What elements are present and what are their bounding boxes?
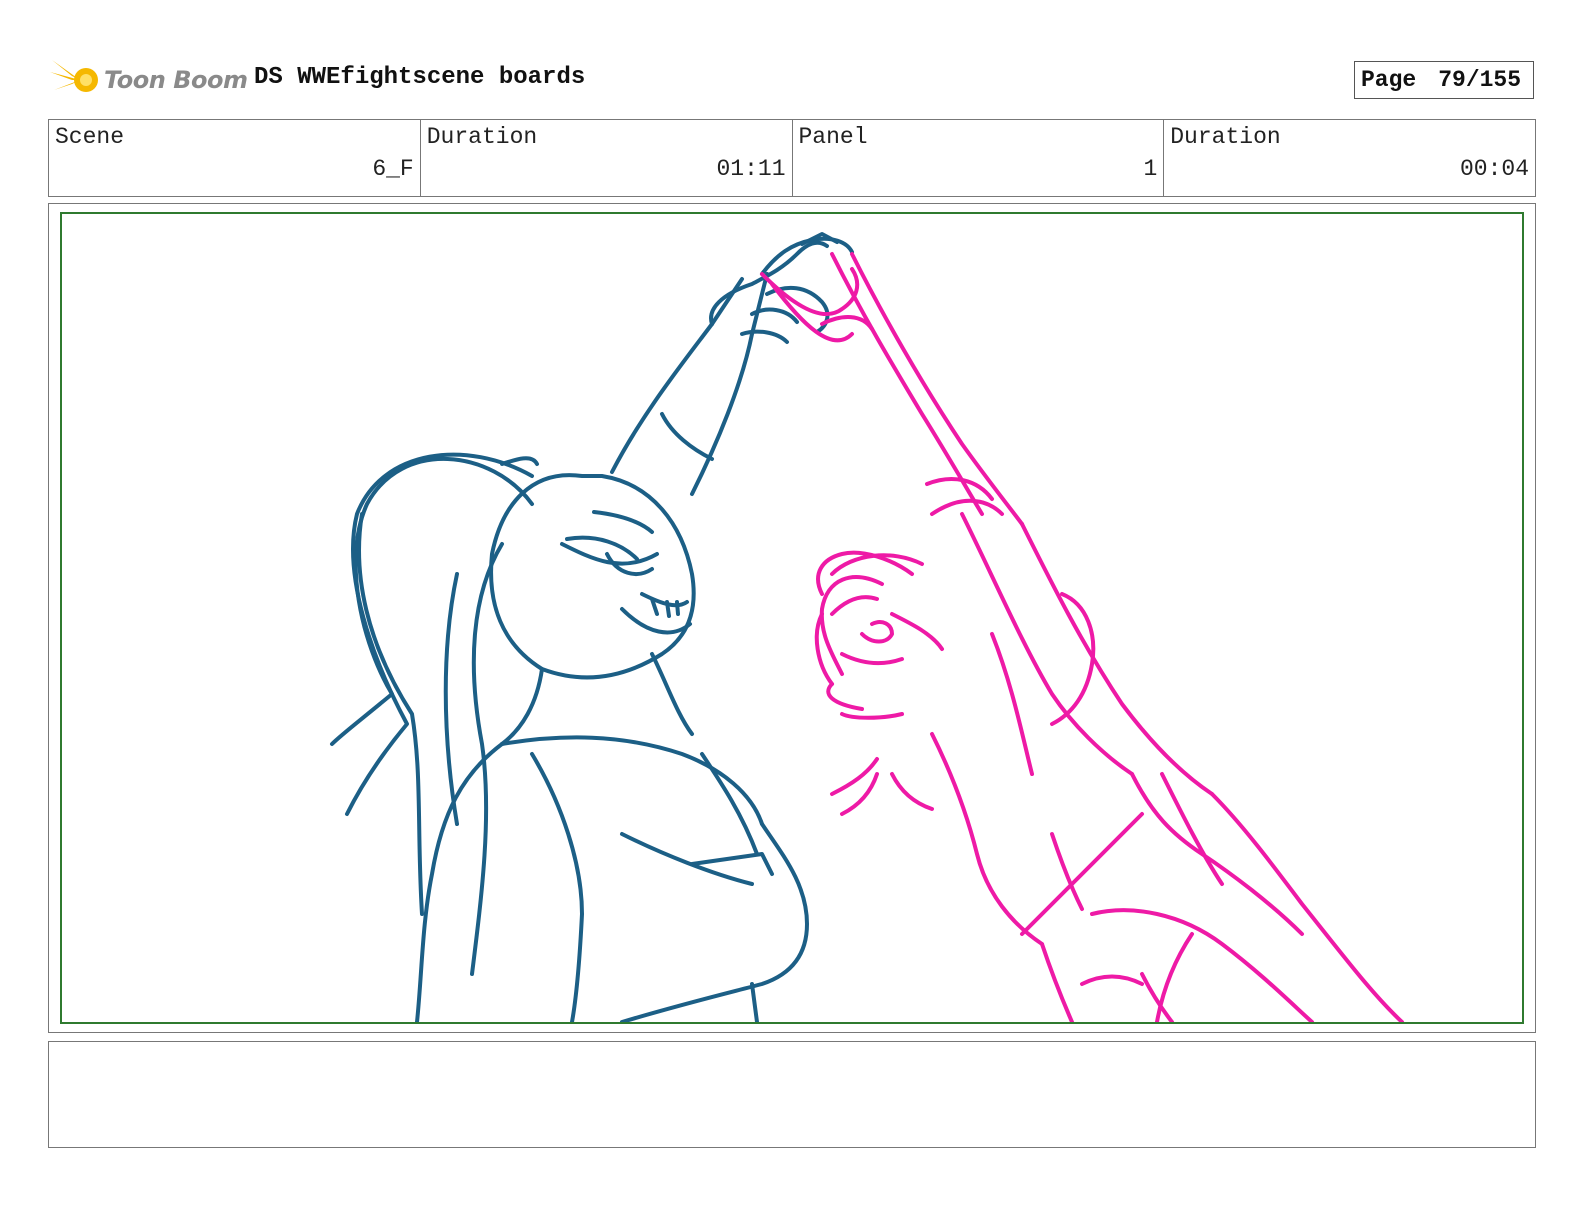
panel-value: 1 — [1143, 156, 1158, 182]
document-title: DS WWEfightscene boards — [254, 64, 586, 91]
pink-wrestler-sketch — [760, 252, 1404, 1022]
blue-wrestler-sketch — [330, 232, 854, 1022]
panel-image — [60, 212, 1524, 1024]
storyboard-sketch — [330, 232, 1404, 1022]
page-number: 79/155 — [1438, 67, 1522, 93]
scene-duration-label: Duration — [426, 124, 538, 150]
panel-duration-cell: Duration 00:04 — [1164, 120, 1535, 196]
panel-cell: Panel 1 — [793, 120, 1165, 196]
page-indicator: Page 79/155 — [1354, 61, 1534, 99]
scene-duration-value: 01:11 — [716, 156, 786, 182]
toon-boom-logo: Toon Boom — [50, 52, 248, 108]
panel-duration-value: 00:04 — [1459, 156, 1529, 182]
scene-info-row: Scene 6_F Duration 01:11 Panel 1 Duratio… — [48, 119, 1536, 197]
scene-duration-cell: Duration 01:11 — [421, 120, 793, 196]
page-label: Page — [1361, 67, 1417, 93]
panel-frame — [48, 203, 1536, 1033]
notes-box — [48, 1041, 1536, 1148]
scene-cell: Scene 6_F — [49, 120, 421, 196]
scene-label: Scene — [55, 124, 125, 150]
toon-boom-star-icon — [50, 56, 98, 104]
panel-label: Panel — [798, 124, 868, 150]
panel-duration-label: Duration — [1170, 124, 1281, 150]
logo-text: Toon Boom — [104, 66, 248, 94]
scene-value: 6_F — [372, 156, 414, 182]
